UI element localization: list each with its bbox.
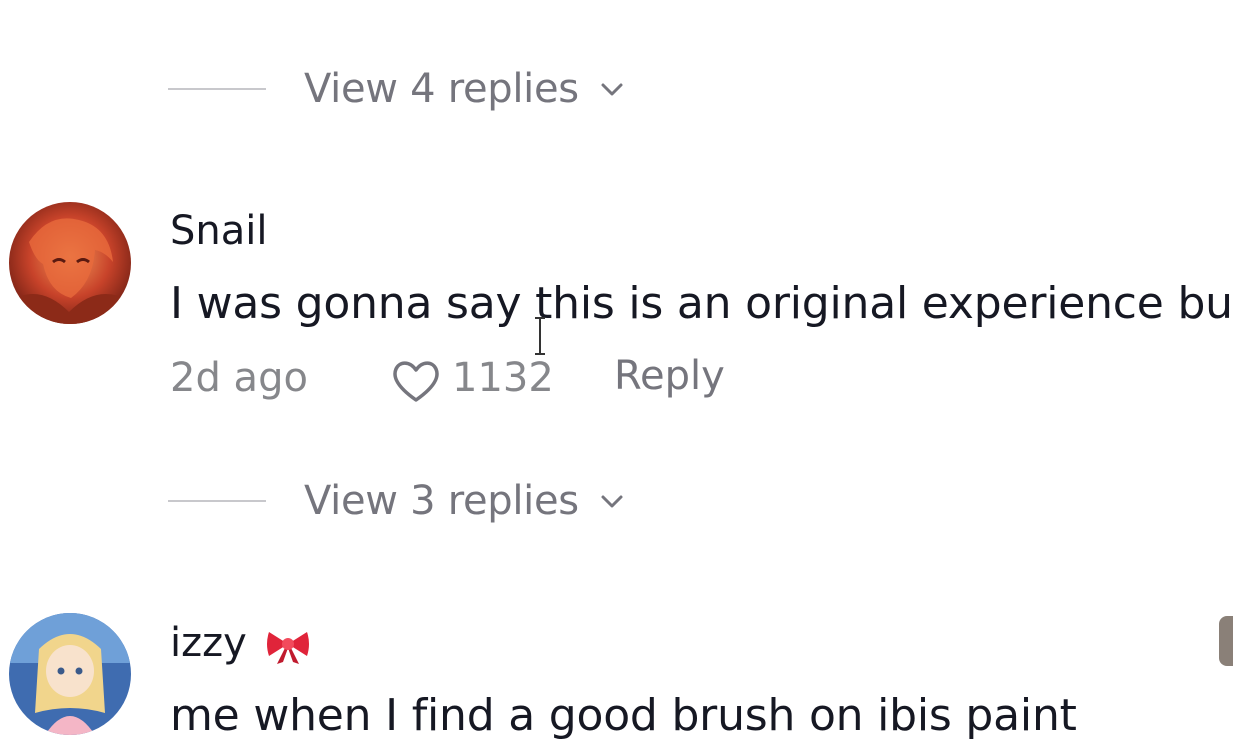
chevron-down-icon [601,495,623,508]
heart-icon[interactable] [390,358,442,404]
comment-username[interactable]: izzy [170,620,247,666]
avatar[interactable] [9,202,131,324]
view-replies-label: View 3 replies [304,478,579,524]
comment-timestamp: 2d ago [170,355,308,401]
view-replies-label: View 4 replies [304,66,579,112]
chevron-down-icon [601,83,623,96]
reply-button[interactable]: Reply [614,353,725,399]
comment-username[interactable]: Snail [170,208,267,254]
like-count: 1132 [452,355,554,401]
reply-divider-line [168,88,266,90]
comment-text: me when I find a good brush on ibis pain… [170,690,1077,741]
avatar[interactable] [9,613,131,735]
ribbon-bow-icon [267,632,309,664]
comment-text: I was gonna say this is an original expe… [170,278,1233,329]
view-replies-toggle[interactable]: View 3 replies [168,478,627,524]
reply-divider-line [168,500,266,502]
text-cursor-icon [535,317,545,355]
view-replies-toggle[interactable]: View 4 replies [168,66,627,112]
floating-side-widget[interactable] [1219,616,1233,666]
